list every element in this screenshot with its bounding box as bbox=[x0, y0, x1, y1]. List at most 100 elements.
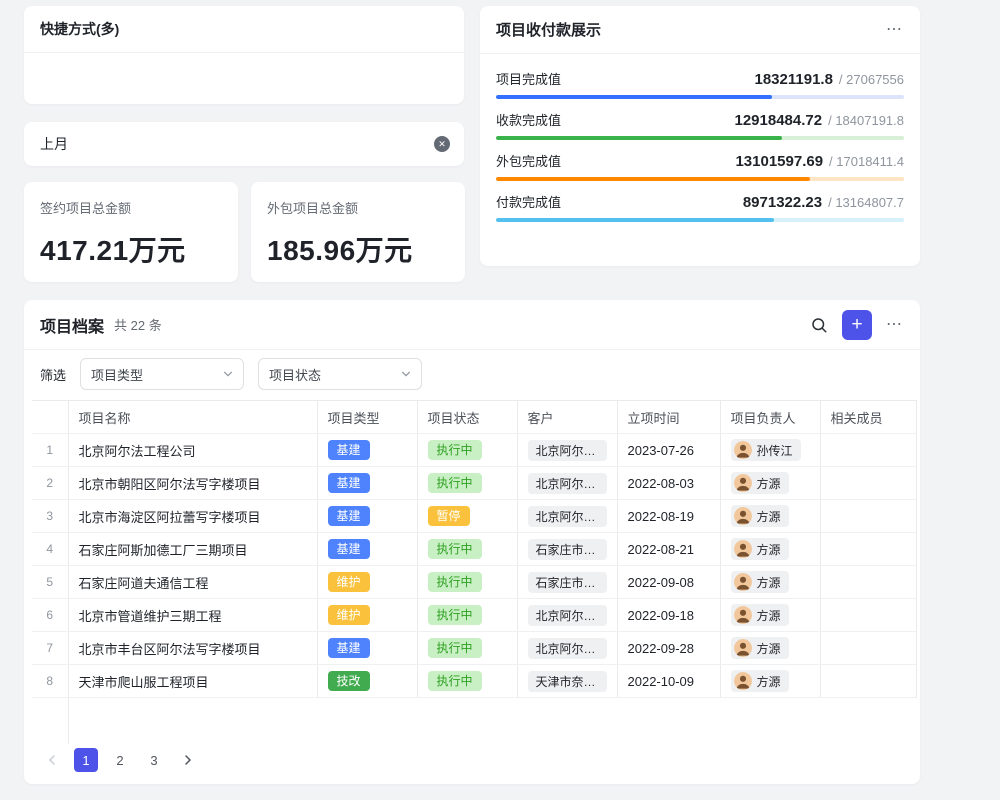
project-name-cell[interactable]: 北京市海淀区阿拉蕾写字楼项目 bbox=[68, 500, 317, 533]
project-status-badge[interactable]: 执行中 bbox=[428, 473, 482, 493]
members-cell[interactable] bbox=[820, 632, 916, 665]
column-header[interactable]: 客户 bbox=[517, 401, 617, 434]
header-actions: + ⋯ bbox=[810, 310, 904, 340]
project-name-cell[interactable]: 北京市管道维护三期工程 bbox=[68, 599, 317, 632]
avatar bbox=[734, 507, 752, 525]
add-record-button[interactable]: + bbox=[842, 310, 872, 340]
project-type-badge[interactable]: 基建 bbox=[328, 440, 370, 460]
table-row[interactable]: 8 天津市爬山服工程项目 技改 执行中 天津市奈文摩尔 2022-10-09 方… bbox=[32, 665, 916, 698]
project-type-badge[interactable]: 基建 bbox=[328, 473, 370, 493]
customer-chip[interactable]: 北京阿尔法工程公司 bbox=[528, 473, 607, 494]
owner-name: 方源 bbox=[757, 541, 781, 558]
page-button[interactable]: 3 bbox=[142, 748, 166, 772]
project-status-select[interactable]: 项目状态 bbox=[258, 358, 422, 390]
next-page-icon[interactable] bbox=[176, 748, 200, 772]
table-row[interactable]: 6 北京市管道维护三期工程 维护 执行中 北京阿尔法工程公司 2022-09-1… bbox=[32, 599, 916, 632]
customer-chip[interactable]: 北京阿尔法工程公司 bbox=[528, 506, 607, 527]
project-type-badge[interactable]: 基建 bbox=[328, 506, 370, 526]
column-header[interactable]: 项目名称 bbox=[68, 401, 317, 434]
prev-page-icon[interactable] bbox=[40, 748, 64, 772]
members-cell[interactable] bbox=[820, 566, 916, 599]
project-name-cell[interactable]: 石家庄阿道夫通信工程 bbox=[68, 566, 317, 599]
table-row[interactable]: 3 北京市海淀区阿拉蕾写字楼项目 基建 暂停 北京阿尔法工程公司 2022-08… bbox=[32, 500, 916, 533]
project-table: 项目名称 项目类型 项目状态 客户 立项时间 项目负责人 相关成员 1 北京阿尔… bbox=[32, 400, 917, 744]
start-date-cell[interactable]: 2022-09-28 bbox=[617, 632, 720, 665]
column-header[interactable]: 项目状态 bbox=[417, 401, 517, 434]
column-header[interactable]: 立项时间 bbox=[617, 401, 720, 434]
project-status-badge[interactable]: 执行中 bbox=[428, 605, 482, 625]
table-row[interactable]: 5 石家庄阿道夫通信工程 维护 执行中 石家庄市A县 2022-09-08 方源 bbox=[32, 566, 916, 599]
row-index: 1 bbox=[32, 434, 68, 467]
customer-chip[interactable]: 石家庄市A县政府 bbox=[528, 539, 607, 560]
members-cell[interactable] bbox=[820, 467, 916, 500]
customer-chip[interactable]: 北京阿尔法工程公司 bbox=[528, 440, 607, 461]
project-status-badge[interactable]: 执行中 bbox=[428, 572, 482, 592]
owner-chip[interactable]: 方源 bbox=[731, 472, 789, 494]
progress-value: 12918484.72 bbox=[735, 112, 823, 129]
project-status-badge[interactable]: 执行中 bbox=[428, 638, 482, 658]
project-status-badge[interactable]: 执行中 bbox=[428, 440, 482, 460]
project-status-badge[interactable]: 暂停 bbox=[428, 506, 470, 526]
customer-chip[interactable]: 北京阿尔法工程公司 bbox=[528, 638, 607, 659]
members-cell[interactable] bbox=[820, 434, 916, 467]
project-status-badge[interactable]: 执行中 bbox=[428, 671, 482, 691]
project-type-select[interactable]: 项目类型 bbox=[80, 358, 244, 390]
shortcut-card: 快捷方式(多) bbox=[24, 6, 464, 104]
project-type-badge[interactable]: 维护 bbox=[328, 572, 370, 592]
progress-label: 收款完成值 bbox=[496, 110, 735, 129]
start-date-cell[interactable]: 2022-10-09 bbox=[617, 665, 720, 698]
members-cell[interactable] bbox=[820, 533, 916, 566]
customer-chip[interactable]: 石家庄市A县 bbox=[528, 572, 607, 593]
start-date-cell[interactable]: 2022-08-03 bbox=[617, 467, 720, 500]
owner-name: 方源 bbox=[757, 574, 781, 591]
more-icon[interactable]: ⋯ bbox=[886, 317, 904, 333]
clear-filter-icon[interactable]: ✕ bbox=[434, 136, 450, 152]
owner-name: 方源 bbox=[757, 508, 781, 525]
start-date-cell[interactable]: 2023-07-26 bbox=[617, 434, 720, 467]
project-name-cell[interactable]: 石家庄阿斯加德工厂三期项目 bbox=[68, 533, 317, 566]
owner-chip[interactable]: 方源 bbox=[731, 571, 789, 593]
members-cell[interactable] bbox=[820, 500, 916, 533]
stat-value: 185.96万元 bbox=[267, 229, 449, 269]
stat-label: 外包项目总金额 bbox=[267, 198, 449, 217]
start-date-cell[interactable]: 2022-09-18 bbox=[617, 599, 720, 632]
table-row[interactable]: 7 北京市丰台区阿尔法写字楼项目 基建 执行中 北京阿尔法工程公司 2022-0… bbox=[32, 632, 916, 665]
column-header[interactable]: 相关成员 bbox=[820, 401, 916, 434]
project-type-badge[interactable]: 基建 bbox=[328, 638, 370, 658]
page-button[interactable]: 1 bbox=[74, 748, 98, 772]
project-name-cell[interactable]: 北京市朝阳区阿尔法写字楼项目 bbox=[68, 467, 317, 500]
search-icon[interactable] bbox=[810, 316, 828, 334]
progress-value: 8971322.23 bbox=[743, 194, 822, 211]
owner-chip[interactable]: 方源 bbox=[731, 538, 789, 560]
table-row[interactable]: 1 北京阿尔法工程公司 基建 执行中 北京阿尔法工程公司 2023-07-26 … bbox=[32, 434, 916, 467]
page-button[interactable]: 2 bbox=[108, 748, 132, 772]
customer-chip[interactable]: 天津市奈文摩尔 bbox=[528, 671, 607, 692]
members-cell[interactable] bbox=[820, 665, 916, 698]
start-date-cell[interactable]: 2022-09-08 bbox=[617, 566, 720, 599]
owner-chip[interactable]: 方源 bbox=[731, 637, 789, 659]
project-type-badge[interactable]: 基建 bbox=[328, 539, 370, 559]
table-row[interactable]: 2 北京市朝阳区阿尔法写字楼项目 基建 执行中 北京阿尔法工程公司 2022-0… bbox=[32, 467, 916, 500]
project-status-badge[interactable]: 执行中 bbox=[428, 539, 482, 559]
more-icon[interactable]: ⋯ bbox=[886, 22, 904, 38]
project-name-cell[interactable]: 北京市丰台区阿尔法写字楼项目 bbox=[68, 632, 317, 665]
owner-chip[interactable]: 方源 bbox=[731, 604, 789, 626]
owner-name: 方源 bbox=[757, 640, 781, 657]
start-date-cell[interactable]: 2022-08-19 bbox=[617, 500, 720, 533]
time-filter-bar[interactable]: 上月 ✕ bbox=[24, 122, 464, 166]
column-header[interactable]: 项目类型 bbox=[317, 401, 417, 434]
owner-chip[interactable]: 方源 bbox=[731, 670, 789, 692]
project-name-cell[interactable]: 北京阿尔法工程公司 bbox=[68, 434, 317, 467]
project-name-cell[interactable]: 天津市爬山服工程项目 bbox=[68, 665, 317, 698]
project-type-badge[interactable]: 技改 bbox=[328, 671, 370, 691]
owner-chip[interactable]: 孙传江 bbox=[731, 439, 801, 461]
customer-chip[interactable]: 北京阿尔法工程公司 bbox=[528, 605, 607, 626]
progress-total: / 17018411.4 bbox=[829, 154, 904, 169]
column-header[interactable]: 项目负责人 bbox=[720, 401, 820, 434]
start-date-cell[interactable]: 2022-08-21 bbox=[617, 533, 720, 566]
members-cell[interactable] bbox=[820, 599, 916, 632]
progress-value: 18321191.8 bbox=[755, 71, 833, 88]
owner-chip[interactable]: 方源 bbox=[731, 505, 789, 527]
project-type-badge[interactable]: 维护 bbox=[328, 605, 370, 625]
table-row[interactable]: 4 石家庄阿斯加德工厂三期项目 基建 执行中 石家庄市A县政府 2022-08-… bbox=[32, 533, 916, 566]
